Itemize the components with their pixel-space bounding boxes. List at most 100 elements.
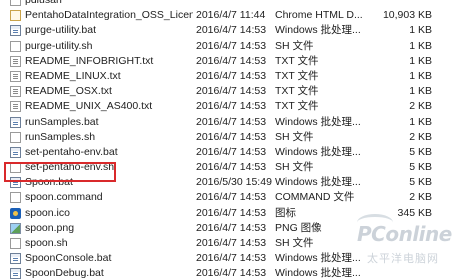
file-type: SH 文件: [275, 161, 314, 174]
batch-file-icon: [10, 25, 21, 37]
text-file-icon: [10, 70, 21, 82]
file-type: TXT 文件: [275, 100, 319, 113]
file-row[interactable]: spoon.sh 2016/4/7 14:53 SH 文件: [0, 236, 467, 251]
file-row[interactable]: SpoonDebug.bat 2016/4/7 14:53 Windows 批处理.…: [0, 266, 467, 279]
file-row[interactable]: set-pentaho-env.bat 2016/4/7 14:53 Windows…: [0, 145, 467, 160]
file-size: 2 KB: [409, 130, 432, 143]
file-type: Windows 批处理...: [275, 267, 361, 279]
file-name: spoon.ico: [25, 206, 70, 219]
text-file-icon: [10, 101, 21, 113]
chrome-html-icon: [10, 10, 21, 22]
file-size: 1 KB: [409, 54, 432, 67]
file-type: COMMAND 文件: [275, 191, 355, 204]
batch-file-icon: [10, 146, 21, 158]
file-name: set-pentaho-env.bat: [25, 145, 118, 158]
file-size: 10,903 KB: [382, 9, 432, 22]
file-row[interactable]: README_OSX.txt 2016/4/7 14:53 TXT 文件 1 KB: [0, 84, 467, 99]
file-size: 2 KB: [409, 191, 432, 204]
file-row[interactable]: pdiusan: [0, 0, 467, 8]
file-date-modified: 2016/4/7 14:53: [196, 221, 267, 234]
file-row[interactable]: purge-utility.sh 2016/4/7 14:53 SH 文件 1 KB: [0, 39, 467, 54]
file-type: Chrome HTML D...: [275, 9, 363, 22]
file-name: README_INFOBRIGHT.txt: [25, 54, 154, 67]
file-size: 5 KB: [409, 176, 432, 189]
file-type: PNG 图像: [275, 221, 322, 234]
file-name: runSamples.bat: [25, 115, 99, 128]
file-name: SpoonDebug.bat: [25, 267, 104, 279]
file-name: SpoonConsole.bat: [25, 252, 112, 265]
file-date-modified: 2016/4/7 14:53: [196, 39, 267, 52]
spoon-ico-icon: [10, 207, 21, 219]
file-row[interactable]: spoon.png 2016/4/7 14:53 PNG 图像: [0, 221, 467, 236]
file-date-modified: 2016/4/7 11:44: [196, 9, 266, 22]
file-row[interactable]: spoon.command 2016/4/7 14:53 COMMAND 文件 2 K…: [0, 190, 467, 205]
file-name: README_UNIX_AS400.txt: [25, 100, 153, 113]
file-name: README_OSX.txt: [25, 85, 112, 98]
command-file-icon: [10, 192, 21, 204]
file-date-modified: 2016/4/7 14:53: [196, 115, 267, 128]
file-date-modified: 2016/4/7 14:53: [196, 130, 267, 143]
shell-script-icon: [10, 238, 21, 249]
file-size: 1 KB: [409, 85, 432, 98]
file-size: 345 KB: [397, 206, 432, 219]
file-date-modified: 2016/4/7 14:53: [196, 100, 267, 113]
file-date-modified: 2016/4/7 14:53: [196, 85, 267, 98]
file-type: 图标: [275, 206, 296, 219]
file-name: pdiusan: [25, 0, 62, 6]
file-size: 1 KB: [409, 39, 432, 52]
highlight-box: [4, 162, 116, 182]
file-size: 5 KB: [409, 161, 432, 174]
file-name: purge-utility.bat: [25, 24, 97, 37]
text-file-icon: [10, 55, 21, 67]
file-name: spoon.command: [25, 191, 103, 204]
file-date-modified: 2016/4/7 14:53: [196, 54, 267, 67]
file-type: TXT 文件: [275, 54, 319, 67]
file-type: Windows 批处理...: [275, 115, 361, 128]
file-row[interactable]: README_UNIX_AS400.txt 2016/4/7 14:53 TXT 文…: [0, 99, 467, 114]
file-type: Windows 批处理...: [275, 145, 361, 158]
file-name: runSamples.sh: [25, 130, 96, 143]
file-date-modified: 2016/4/7 14:53: [196, 206, 267, 219]
file-size: 1 KB: [409, 69, 432, 82]
file-date-modified: 2016/4/7 14:53: [196, 267, 267, 279]
file-name: purge-utility.sh: [25, 39, 93, 52]
file-list[interactable]: pdiusan PentahoDataIntegration_OSS_Licens…: [0, 0, 467, 279]
file-size: 2 KB: [409, 100, 432, 113]
text-file-icon: [10, 86, 21, 98]
file-type: Windows 批处理...: [275, 252, 361, 265]
batch-file-icon: [10, 253, 21, 265]
file-row[interactable]: spoon.ico 2016/4/7 14:53 图标 345 KB: [0, 206, 467, 221]
file-type: SH 文件: [275, 130, 314, 143]
file-name: spoon.png: [25, 221, 75, 234]
file-date-modified: 2016/4/7 14:53: [196, 145, 267, 158]
file-name: README_LINUX.txt: [25, 69, 121, 82]
file-date-modified: 2016/5/30 15:49: [196, 176, 272, 189]
file-row[interactable]: PentahoDataIntegration_OSS_License...201…: [0, 8, 467, 23]
file-row[interactable]: purge-utility.bat 2016/4/7 14:53 Windows 批…: [0, 23, 467, 38]
file-date-modified: 2016/4/7 14:53: [196, 191, 267, 204]
file-row[interactable]: SpoonConsole.bat 2016/4/7 14:53 Windows 批处…: [0, 251, 467, 266]
file-type: Windows 批处理...: [275, 24, 361, 37]
file-size: 1 KB: [409, 24, 432, 37]
file-row[interactable]: README_INFOBRIGHT.txt 2016/4/7 14:53 TXT 文…: [0, 54, 467, 69]
file-name: PentahoDataIntegration_OSS_License...: [25, 9, 193, 22]
file-name: spoon.sh: [25, 237, 68, 249]
file-row[interactable]: README_LINUX.txt 2016/4/7 14:53 TXT 文件 1 KB: [0, 69, 467, 84]
shell-script-icon: [10, 131, 21, 143]
shell-script-icon: [10, 40, 21, 52]
batch-file-icon: [10, 268, 21, 279]
generic-file-icon: [10, 0, 21, 6]
file-size: 1 KB: [409, 115, 432, 128]
file-type: Windows 批处理...: [275, 176, 361, 189]
png-image-icon: [10, 222, 21, 234]
batch-file-icon: [10, 116, 21, 128]
file-type: TXT 文件: [275, 85, 319, 98]
file-type: SH 文件: [275, 39, 314, 52]
file-row[interactable]: runSamples.sh 2016/4/7 14:53 SH 文件 2 KB: [0, 130, 467, 145]
file-date-modified: 2016/4/7 14:53: [196, 252, 267, 265]
file-size: 5 KB: [409, 145, 432, 158]
file-row[interactable]: runSamples.bat 2016/4/7 14:53 Windows 批处理.…: [0, 115, 467, 130]
file-date-modified: 2016/4/7 14:53: [196, 237, 267, 249]
file-type: SH 文件: [275, 237, 314, 249]
file-date-modified: 2016/4/7 14:53: [196, 24, 267, 37]
